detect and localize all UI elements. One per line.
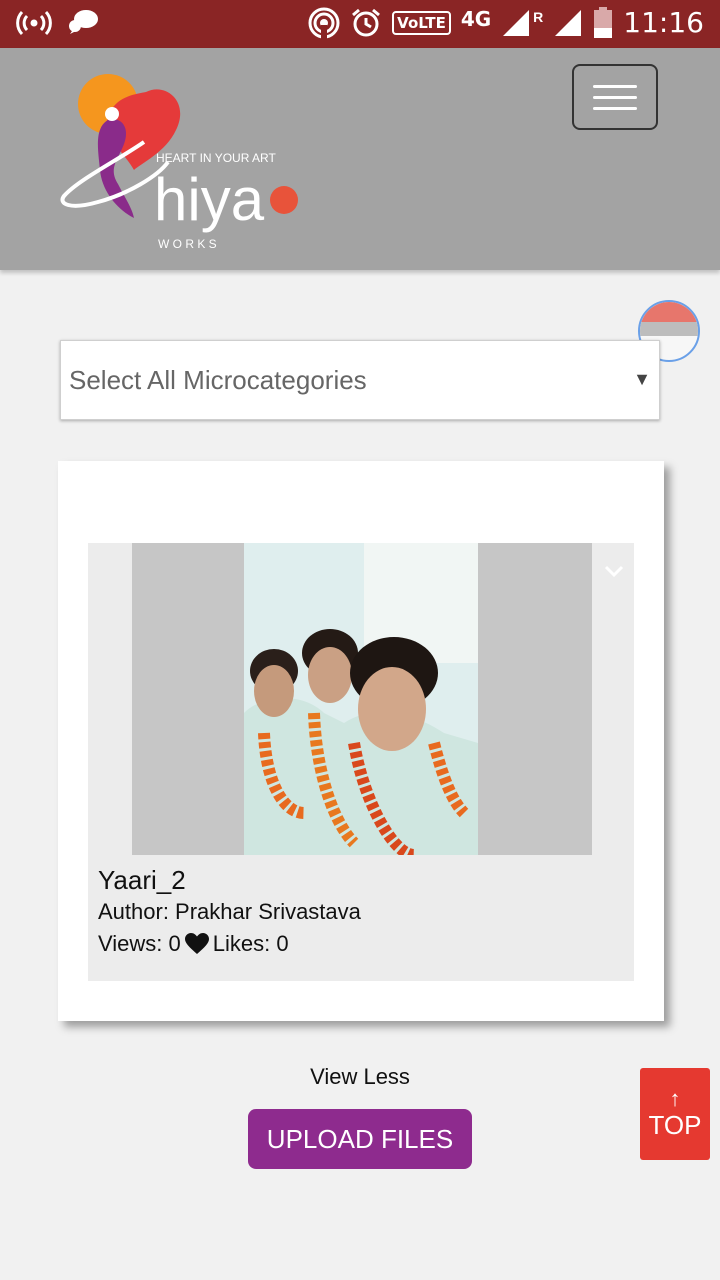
alarm-icon — [352, 8, 381, 36]
battery-icon — [594, 6, 613, 38]
logo-tagline: HEART IN YOUR ART — [156, 151, 276, 165]
microcategory-select[interactable]: Select All Microcategories ▼ — [60, 340, 660, 420]
item-views: Views: 0 — [98, 931, 181, 956]
item-author: Author: Prakhar Srivastava — [98, 899, 361, 924]
hamburger-icon-bar — [593, 106, 637, 110]
signal-icon — [503, 9, 530, 36]
dropdown-arrow-icon: ▼ — [633, 369, 651, 389]
microcategory-select-value: Select All Microcategories — [69, 365, 367, 395]
hiya-works-logo[interactable]: HEART IN YOUR ART hiya W O R K S — [58, 72, 318, 252]
status-bar: VoLTE 4G R 11:16 — [0, 0, 720, 48]
item-likes: Likes: 0 — [212, 931, 289, 956]
logo-sub: W O R K S — [158, 237, 217, 251]
signal-icon-2 — [555, 9, 582, 36]
hotspot-icon — [16, 10, 52, 36]
hamburger-menu-button[interactable] — [572, 64, 658, 130]
arrow-up-icon: ↑ — [669, 1086, 681, 1111]
status-right-icons: VoLTE 4G R 11:16 — [308, 6, 704, 39]
hamburger-icon-bar — [593, 84, 637, 88]
item-thumbnail[interactable] — [132, 543, 592, 855]
clock: 11:16 — [623, 6, 704, 39]
item-photo — [244, 543, 478, 855]
heart-icon[interactable] — [184, 933, 209, 955]
gallery-panel: Yaari_2 Author: Prakhar Srivastava Views… — [58, 461, 664, 1021]
item-title[interactable]: Yaari_2 — [98, 865, 186, 896]
roaming-indicator: R — [533, 8, 544, 25]
gallery-item[interactable]: Yaari_2 Author: Prakhar Srivastava Views… — [88, 543, 634, 981]
volte-indicator: VoLTE — [392, 10, 451, 35]
upload-files-button[interactable]: UPLOAD FILES — [248, 1109, 472, 1169]
scroll-to-top-button[interactable]: ↑ TOP — [640, 1068, 710, 1160]
bubble-preview-mid — [640, 322, 698, 336]
chevron-down-icon[interactable] — [600, 557, 628, 585]
cast-icon — [308, 7, 340, 39]
top-label: TOP — [648, 1110, 702, 1140]
item-stats: Views: 0 Likes: 0 — [98, 931, 289, 957]
site-header: HEART IN YOUR ART hiya W O R K S — [0, 48, 720, 270]
view-less-link[interactable]: View Less — [0, 1064, 720, 1090]
logo-brand: hiya — [154, 166, 265, 233]
bubble-preview-top — [640, 302, 698, 322]
hamburger-icon-bar — [593, 95, 637, 99]
status-left-icons — [16, 8, 100, 38]
network-type: 4G — [460, 6, 492, 31]
chat-icon — [69, 10, 98, 34]
